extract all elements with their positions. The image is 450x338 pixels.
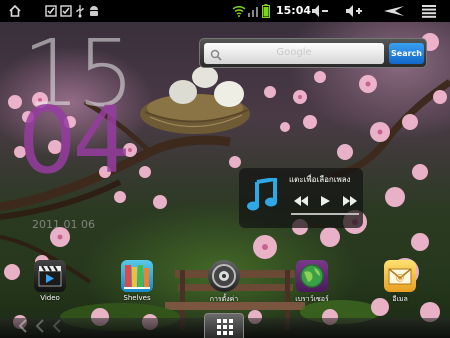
fast-forward-icon[interactable] bbox=[343, 196, 357, 209]
checkbox-icon bbox=[45, 3, 57, 19]
app-video[interactable]: Video bbox=[30, 260, 70, 302]
chevron-left-icon[interactable] bbox=[52, 319, 62, 337]
app-label: Video bbox=[40, 294, 60, 302]
volume-down-icon[interactable] bbox=[311, 3, 329, 19]
home-icon[interactable] bbox=[8, 3, 22, 19]
app-label: การตั้งค่า bbox=[209, 295, 239, 303]
video-clapper-icon bbox=[34, 260, 66, 292]
bookshelf-icon bbox=[121, 260, 153, 292]
app-drawer-button[interactable] bbox=[204, 313, 244, 338]
usb-icon bbox=[75, 3, 85, 19]
battery-icon bbox=[262, 3, 270, 19]
google-search-widget: Google Search bbox=[199, 38, 427, 68]
android-icon bbox=[88, 3, 100, 19]
app-grid-icon bbox=[217, 319, 233, 335]
app-label: Shelves bbox=[123, 294, 151, 302]
volume-up-icon[interactable] bbox=[345, 3, 363, 19]
rewind-icon[interactable] bbox=[294, 196, 308, 209]
search-button[interactable]: Search bbox=[389, 43, 424, 64]
app-label: เบราว์เซอร์ bbox=[295, 295, 329, 303]
app-settings[interactable]: การตั้งค่า bbox=[204, 260, 244, 305]
search-input[interactable]: Google bbox=[204, 43, 384, 64]
signal-icon bbox=[248, 3, 258, 19]
wifi-icon bbox=[232, 3, 246, 19]
email-icon: @ bbox=[384, 260, 416, 292]
clock-date: 2011 01 06 bbox=[32, 218, 95, 231]
search-placeholder: Google bbox=[276, 47, 312, 58]
chevron-left-icon[interactable] bbox=[18, 319, 28, 337]
music-progress-bar bbox=[291, 213, 359, 215]
back-icon[interactable] bbox=[383, 3, 405, 19]
checkbox-icon bbox=[60, 3, 72, 19]
clock-minute: 04 bbox=[18, 87, 131, 194]
app-label: อีเมล bbox=[392, 295, 408, 303]
app-browser[interactable]: เบราว์เซอร์ bbox=[292, 260, 332, 305]
status-time: 15:04 bbox=[276, 4, 312, 17]
music-title: แตะเพื่อเลือกเพลง bbox=[289, 175, 351, 184]
play-icon[interactable] bbox=[321, 196, 330, 209]
chevron-left-icon[interactable] bbox=[35, 319, 45, 337]
music-note-icon bbox=[246, 176, 278, 216]
globe-browser-icon bbox=[296, 260, 328, 292]
svg-text:@: @ bbox=[396, 273, 405, 283]
menu-icon[interactable] bbox=[422, 3, 436, 19]
music-widget[interactable]: แตะเพื่อเลือกเพลง bbox=[239, 168, 363, 228]
app-shelves[interactable]: Shelves bbox=[117, 260, 157, 302]
settings-icon bbox=[208, 260, 240, 292]
status-bar: 15:04 bbox=[0, 0, 450, 22]
app-email[interactable]: @ อีเมล bbox=[380, 260, 420, 305]
